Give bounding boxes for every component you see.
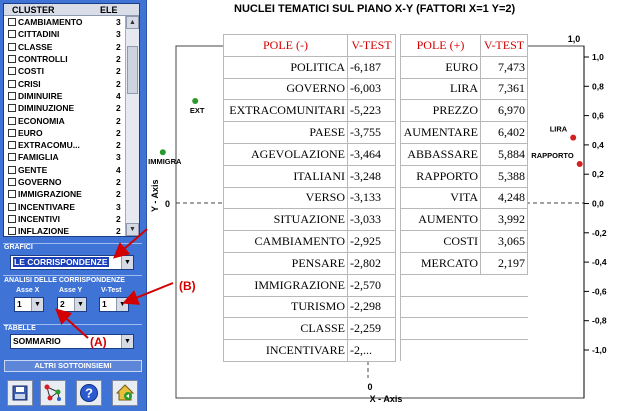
pole-pos: PREZZO (400, 99, 481, 123)
pole-neg: GOVERNO (223, 77, 348, 101)
vtest-neg: -3,033 (347, 208, 396, 232)
y-tick-label: -0,4 (592, 257, 607, 267)
data-point (576, 160, 583, 167)
vtest-neg: -3,755 (347, 121, 396, 144)
pole-neg: VERSO (223, 186, 348, 210)
data-point (159, 149, 166, 156)
x-zero-tick: 0 (165, 199, 170, 209)
x-zero-bottom-tick: 0 (367, 382, 372, 392)
pole-pos-header: POLE (+) (400, 34, 481, 57)
vtest-neg: -3,133 (347, 186, 396, 210)
vtest-row: PENSARE -2,802 MERCATO 2,197 (223, 251, 528, 275)
pole-neg: PENSARE (223, 251, 348, 275)
data-point-label: LIRA (550, 125, 568, 134)
x-top-tick: 1,0 (568, 34, 581, 44)
pole-neg: INCENTIVARE (223, 339, 348, 362)
vtest-row: AGEVOLAZIONE -3,464 ABBASSARE 5,884 (223, 142, 528, 166)
y-tick-label: 0,2 (592, 169, 604, 179)
y-tick-label: 0,8 (592, 81, 604, 91)
vtest-pos-header: V-TEST (480, 34, 528, 57)
vtest-pos: 5,388 (480, 164, 528, 188)
y-axis-title: Y - Axis (150, 179, 160, 212)
vtest-row: ITALIANI -3,248 RAPPORTO 5,388 (223, 164, 528, 188)
data-point-label: IMMIGRA (148, 157, 182, 166)
vtest-row: CAMBIAMENTO -2,925 COSTI 3,065 (223, 230, 528, 253)
vtest-pos: 3,992 (480, 208, 528, 232)
pole-pos: MERCATO (400, 251, 481, 275)
vtest-row: TURISMO -2,298 (223, 295, 528, 319)
vtest-row: INCENTIVARE -2,... (223, 339, 528, 362)
vtest-row: CLASSE -2,259 (223, 317, 528, 341)
vtest-header-row: POLE (-) V-TEST POLE (+) V-TEST (223, 34, 528, 57)
vtest-table: POLE (-) V-TEST POLE (+) V-TEST POLITICA… (223, 34, 528, 362)
pole-pos: VITA (400, 186, 481, 210)
vtest-neg: -3,248 (347, 164, 396, 188)
vtest-neg: -2,802 (347, 251, 396, 275)
pole-pos: LIRA (400, 77, 481, 101)
y-tick-label: -0,2 (592, 228, 607, 238)
pole-pos: AUMENTO (400, 208, 481, 232)
vtest-neg: -2,298 (347, 295, 396, 319)
pole-pos: EURO (400, 55, 481, 79)
vtest-pos: 3,065 (480, 230, 528, 253)
vtest-neg: -6,003 (347, 77, 396, 101)
pole-pos: COSTI (400, 230, 481, 253)
y-tick-label: 0,0 (592, 199, 604, 209)
pole-neg: TURISMO (223, 295, 348, 319)
vtest-pos: 4,248 (480, 186, 528, 210)
vtest-neg: -2,259 (347, 317, 396, 341)
pole-neg: SITUAZIONE (223, 208, 348, 232)
vtest-pos: 6,402 (480, 121, 528, 144)
pole-neg-header: POLE (-) (223, 34, 348, 57)
y-tick-label: 0,6 (592, 111, 604, 121)
vtest-pos: 6,970 (480, 99, 528, 123)
pole-neg: CLASSE (223, 317, 348, 341)
vtest-neg: -2,... (347, 339, 396, 362)
vtest-row: GOVERNO -6,003 LIRA 7,361 (223, 77, 528, 101)
pole-pos: RAPPORTO (400, 164, 481, 188)
vtest-neg: -5,223 (347, 99, 396, 123)
x-axis-title: X - Axis (370, 394, 403, 404)
vtest-neg-header: V-TEST (347, 34, 396, 57)
vtest-row: VERSO -3,133 VITA 4,248 (223, 186, 528, 210)
vtest-pos: 5,884 (480, 142, 528, 166)
pole-neg: CAMBIAMENTO (223, 230, 348, 253)
vtest-pos: 7,473 (480, 55, 528, 79)
pole-neg: EXTRACOMUNITARI (223, 99, 348, 123)
vtest-row: EXTRACOMUNITARI -5,223 PREZZO 6,970 (223, 99, 528, 123)
vtest-pos: 7,361 (480, 77, 528, 101)
vtest-pos: 2,197 (480, 251, 528, 275)
pole-pos: AUMENTARE (400, 121, 481, 144)
y-tick-label: -0,8 (592, 316, 607, 326)
y-tick-label: 1,0 (592, 52, 604, 62)
pole-pos: ABBASSARE (400, 142, 481, 166)
y-tick-label: -1,0 (592, 345, 607, 355)
vtest-row: PAESE -3,755 AUMENTARE 6,402 (223, 121, 528, 144)
data-point-label: EXT (190, 106, 205, 115)
data-point (192, 97, 199, 104)
pole-neg: IMMIGRAZIONE (223, 273, 348, 297)
pole-neg: AGEVOLAZIONE (223, 142, 348, 166)
vtest-neg: -3,464 (347, 142, 396, 166)
pole-neg: ITALIANI (223, 164, 348, 188)
vtest-row: POLITICA -6,187 EURO 7,473 (223, 55, 528, 79)
data-point-label: RAPPORTO (531, 151, 574, 160)
vtest-row: SITUAZIONE -3,033 AUMENTO 3,992 (223, 208, 528, 232)
vtest-neg: -2,570 (347, 273, 396, 297)
vtest-row: IMMIGRAZIONE -2,570 (223, 273, 528, 297)
y-tick-label: -0,6 (592, 286, 607, 296)
vtest-neg: -6,187 (347, 55, 396, 79)
y-axis-ticks: 1,0 0,8 0,6 0,4 0,2 0,0 -0,2 -0,4 -0,6 -0,8 -1,0 (584, 52, 607, 355)
data-point (570, 134, 577, 141)
vtest-neg: -2,925 (347, 230, 396, 253)
pole-neg: PAESE (223, 121, 348, 144)
y-tick-label: 0,4 (592, 140, 604, 150)
pole-neg: POLITICA (223, 55, 348, 79)
